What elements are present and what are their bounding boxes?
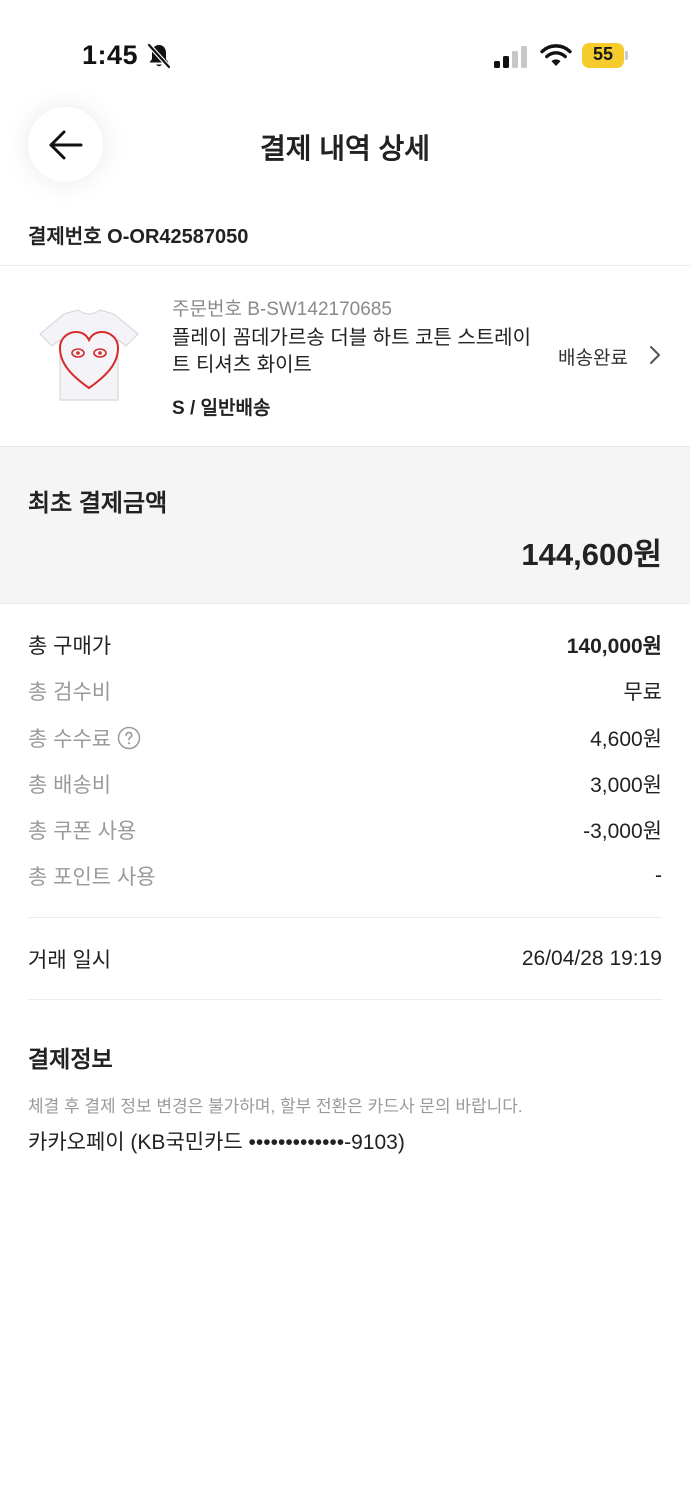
order-number-label: 주문번호	[172, 299, 242, 320]
breakdown-row-commission: 총 수수료 4,600원	[28, 723, 662, 753]
transaction-datetime-value: 26/04/28 19:19	[521, 947, 662, 970]
battery-icon: 55	[582, 43, 628, 68]
battery-tip	[625, 51, 628, 60]
breakdown-label: 총 구매가	[28, 635, 112, 658]
delivery-status: 배송완료	[558, 348, 628, 369]
breakdown-row-points: 총 포인트 사용 -	[28, 861, 662, 891]
product-option: S / 일반배송	[172, 398, 271, 419]
breakdown-value: 무료	[623, 681, 662, 704]
chevron-right-icon	[650, 346, 660, 364]
initial-payment-section: 최초 결제금액 144,600원	[0, 446, 690, 604]
breakdown-value: -	[655, 864, 662, 887]
help-icon[interactable]	[117, 726, 141, 750]
breakdown-row-total-price: 총 구매가 140,000원	[28, 630, 662, 660]
divider	[28, 917, 662, 918]
page-title: 결제 내역 상세	[259, 133, 431, 164]
payment-info-title: 결제정보	[28, 1046, 113, 1072]
bell-slash-icon	[146, 42, 172, 70]
breakdown-label-commission: 총 수수료	[28, 723, 141, 753]
wifi-icon	[540, 44, 572, 66]
transaction-datetime-row: 거래 일시 26/04/28 19:19	[28, 944, 662, 974]
signal-icon	[494, 46, 527, 68]
breakdown-row-shipping: 총 배송비 3,000원	[28, 769, 662, 799]
tshirt-heart-icon	[39, 309, 139, 401]
breakdown-label: 총 포인트 사용	[28, 866, 156, 889]
breakdown-label: 총 쿠폰 사용	[28, 820, 137, 843]
order-number: 주문번호 B-SW142170685	[172, 294, 392, 321]
breakdown-value: 4,600원	[590, 728, 662, 751]
payment-info-note: 체결 후 결제 정보 변경은 불가하며, 할부 전환은 카드사 문의 바랍니다.	[28, 1097, 523, 1116]
battery-level: 55	[592, 44, 614, 64]
breakdown-value: -3,000원	[583, 820, 662, 843]
status-time: 1:45	[82, 40, 139, 70]
breakdown-label: 총 배송비	[28, 774, 112, 797]
breakdown-value: 3,000원	[590, 774, 662, 797]
initial-payment-label: 최초 결제금액	[28, 490, 168, 517]
breakdown-row-inspection-fee: 총 검수비 무료	[28, 676, 662, 706]
breakdown-label: 총 수수료	[28, 728, 112, 751]
breakdown-label: 총 검수비	[28, 681, 112, 704]
product-name: 플레이 꼼데가르송 더블 하트 코튼 스트레이트 티셔츠 화이트	[172, 327, 531, 376]
payment-number: 결제번호 O-OR42587050	[28, 220, 248, 249]
breakdown-row-coupon: 총 쿠폰 사용 -3,000원	[28, 815, 662, 845]
divider	[28, 999, 662, 1000]
order-number-value: B-SW142170685	[247, 299, 392, 320]
transaction-datetime-label: 거래 일시	[28, 949, 112, 972]
payment-number-value: O-OR42587050	[107, 226, 249, 248]
divider	[0, 265, 690, 266]
payment-number-label: 결제번호	[28, 226, 102, 248]
status-bar: 1:45 55	[0, 0, 690, 100]
payment-method: 카카오페이 (KB국민카드 •••••••••••••-9103)	[28, 1131, 405, 1154]
initial-payment-amount: 144,600원	[521, 537, 662, 572]
breakdown-value: 140,000원	[566, 635, 662, 658]
